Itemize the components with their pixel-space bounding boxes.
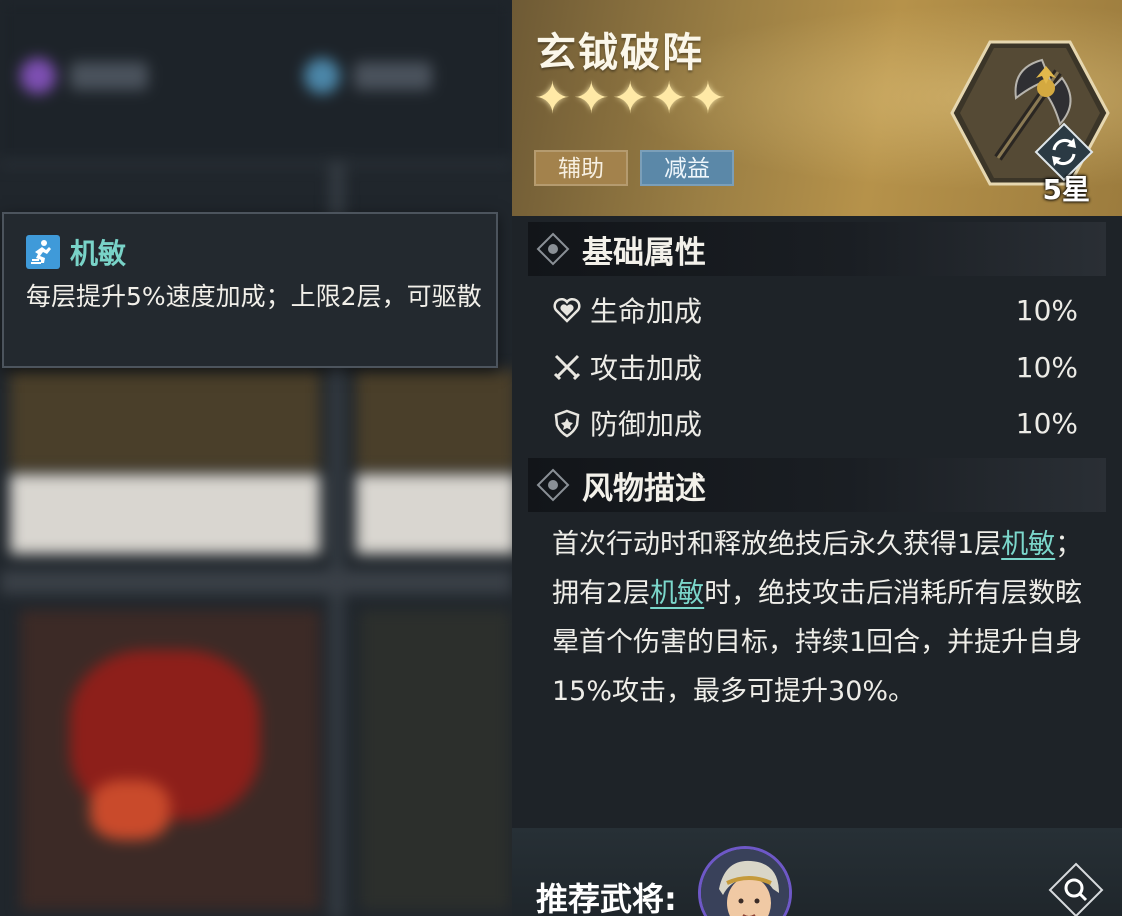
- attr-value: 10%: [1015, 406, 1078, 440]
- star-icon: ✦: [650, 73, 688, 124]
- attr-row-hp: 生命加成 10%: [552, 288, 1078, 332]
- attr-row-attack: 攻击加成 10%: [552, 345, 1078, 389]
- heart-icon: [553, 297, 581, 323]
- attr-row-defense: 防御加成 10%: [552, 401, 1078, 445]
- star-icon: ✦: [572, 73, 610, 124]
- attr-name: 攻击加成: [590, 352, 703, 385]
- agility-icon: [26, 235, 60, 269]
- tag-assist: 辅助: [534, 150, 628, 186]
- keyword-link[interactable]: 机敏: [1001, 529, 1055, 560]
- base-attributes-title: 基础属性: [582, 234, 706, 271]
- recommend-bar: 推荐武将:: [512, 828, 1122, 916]
- tag-list: 辅助 减益: [534, 150, 734, 186]
- star-level-label: 5星: [1042, 173, 1090, 206]
- star-icon: ✦: [534, 73, 571, 124]
- recommend-label: 推荐武将:: [536, 880, 677, 916]
- section-diamond-icon: [536, 468, 570, 502]
- description-title: 风物描述: [582, 470, 706, 507]
- shield-icon: [554, 409, 580, 438]
- background-blurred-list: [0, 0, 512, 916]
- description-header: 风物描述: [528, 458, 1106, 512]
- star-icon: ✦: [689, 73, 727, 124]
- hero-avatar[interactable]: [698, 846, 792, 916]
- attr-name: 生命加成: [590, 295, 703, 328]
- relic-detail-panel: 玄钺破阵 ✦ ✦ ✦ ✦ ✦ 辅助 减益 5星 基础属性 生命加成 10% 攻击…: [512, 0, 1122, 916]
- base-attributes-header: 基础属性: [528, 222, 1106, 276]
- section-diamond-icon: [536, 232, 570, 266]
- relic-name: 玄钺破阵: [536, 30, 704, 76]
- tooltip-title: 机敏: [70, 237, 127, 270]
- attr-value: 10%: [1015, 293, 1078, 327]
- attr-name: 防御加成: [590, 408, 703, 441]
- swords-icon: [553, 354, 581, 381]
- buff-tooltip: 机敏 每层提升5%速度加成；上限2层，可驱散: [2, 212, 498, 368]
- relic-description: 首次行动时和释放绝技后永久获得1层机敏；拥有2层机敏时，绝技攻击后消耗所有层数眩…: [552, 520, 1092, 716]
- relic-header: 玄钺破阵 ✦ ✦ ✦ ✦ ✦ 辅助 减益 5星: [512, 0, 1122, 216]
- star-icon: ✦: [611, 73, 649, 124]
- star-rating: ✦ ✦ ✦ ✦ ✦: [534, 74, 726, 124]
- attr-value: 10%: [1015, 350, 1078, 384]
- magnifier-icon[interactable]: [1048, 862, 1104, 916]
- keyword-link[interactable]: 机敏: [650, 578, 704, 609]
- description-text: 首次行动时和释放绝技后永久获得1层: [552, 529, 1002, 560]
- tooltip-description: 每层提升5%速度加成；上限2层，可驱散: [26, 282, 482, 311]
- tag-debuff: 减益: [640, 150, 734, 186]
